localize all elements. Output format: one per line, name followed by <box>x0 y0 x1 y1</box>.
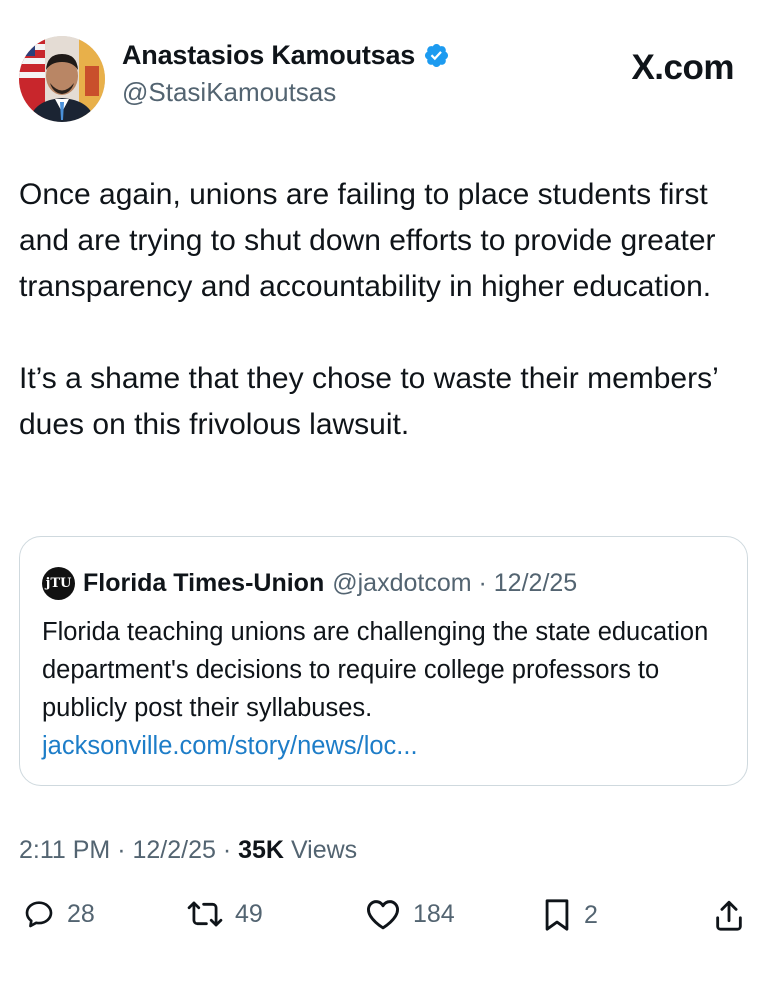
separator-dot: · <box>110 836 133 864</box>
quoted-date: 12/2/25 <box>493 569 578 597</box>
author-block[interactable]: Anastasios Kamoutsas @StasiKamoutsas <box>122 40 450 108</box>
action-bar: 28 49 184 2 <box>19 898 749 942</box>
author-handle[interactable]: @StasiKamoutsas <box>122 77 450 108</box>
like-button[interactable]: 184 <box>365 898 455 930</box>
verified-badge-icon <box>425 43 449 68</box>
publisher-logo: jTU <box>42 567 75 600</box>
quoted-text: Florida teaching unions are challenging … <box>42 618 709 722</box>
repost-icon <box>187 901 223 927</box>
tweet-timestamp: 2:11 PM · 12/2/25 · 35K Views <box>19 836 357 865</box>
quoted-tweet-header: jTU Florida Times-Union @jaxdotcom · 12/… <box>42 567 577 600</box>
bookmark-button[interactable]: 2 <box>542 898 598 932</box>
separator-dot: · <box>471 569 494 597</box>
bookmark-count: 2 <box>584 900 598 929</box>
like-count: 184 <box>413 899 455 928</box>
views-label: Views <box>290 836 358 864</box>
author-name[interactable]: Anastasios Kamoutsas <box>122 40 415 71</box>
repost-count: 49 <box>235 899 263 928</box>
tweet-date[interactable]: 12/2/25 <box>132 836 215 864</box>
separator-dot: · <box>215 836 239 864</box>
reply-icon <box>25 901 53 928</box>
tweet-time[interactable]: 2:11 PM <box>19 836 110 864</box>
reply-button[interactable]: 28 <box>23 898 95 930</box>
tweet-text: Once again, unions are failing to place … <box>19 172 744 448</box>
quoted-tweet[interactable]: jTU Florida Times-Union @jaxdotcom · 12/… <box>19 536 748 786</box>
avatar-image <box>19 36 105 122</box>
quoted-author-name: Florida Times-Union <box>83 569 325 597</box>
brand-label: X.com <box>631 48 734 87</box>
views-count: 35K <box>238 836 284 864</box>
repost-button[interactable]: 49 <box>187 898 263 930</box>
avatar[interactable] <box>19 36 105 122</box>
bookmark-icon <box>545 899 569 931</box>
tweet-paragraph: It’s a shame that they chose to waste th… <box>19 362 718 441</box>
share-icon <box>716 900 742 931</box>
tweet-paragraph: Once again, unions are failing to place … <box>19 178 716 303</box>
quoted-link[interactable]: jacksonville.com/story/news/loc... <box>42 727 732 765</box>
share-button[interactable] <box>713 898 745 932</box>
heart-icon <box>367 900 399 930</box>
reply-count: 28 <box>67 899 95 928</box>
quoted-author-handle: @jaxdotcom <box>332 569 472 597</box>
